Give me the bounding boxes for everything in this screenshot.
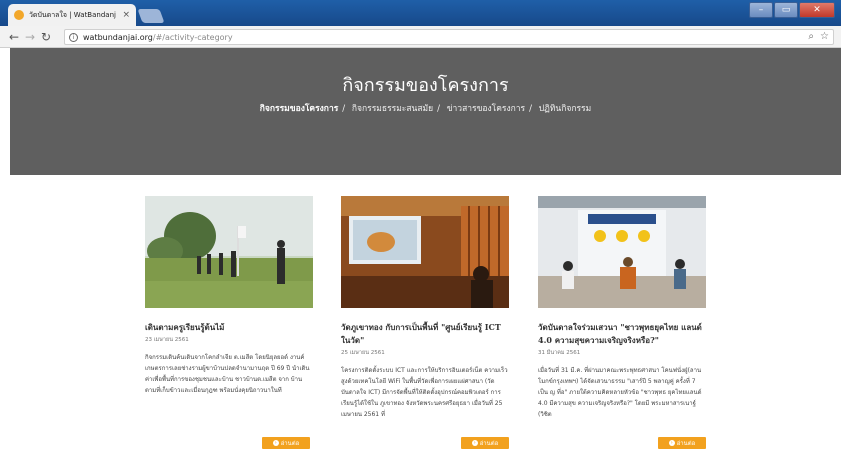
zoom-icon[interactable]: ⌕ xyxy=(808,31,814,42)
card-date: 25 เมษายน 2561 xyxy=(341,350,385,356)
forward-arrow-icon[interactable]: → xyxy=(22,30,38,44)
page-hero: กิจกรรมของโครงการ กิจกรรมของโครงการ / กิจ… xyxy=(10,48,841,175)
breadcrumb-item-news[interactable]: ข่าวสารของโครงการ xyxy=(447,104,525,114)
activity-card: เดินตามครูเรียนรู้ต้นไม้ 23 เมษายน 2561 … xyxy=(145,196,313,410)
card-title[interactable]: วัดภูเขาทอง กับการเป็นพื้นที่ "ศูนย์เรีย… xyxy=(341,321,509,347)
tab-title: วัดบันดาลใจ | WatBandanj xyxy=(29,10,116,19)
window-controls: – ▭ ✕ xyxy=(749,2,835,18)
new-tab-button[interactable] xyxy=(137,9,165,23)
browser-title-bar: วัดบันดาลใจ | WatBandanj × – ▭ ✕ xyxy=(0,0,841,26)
card-title[interactable]: วัดบันดาลใจร่วมเสวนา "ชาวพุทธยุคไทย แลนด… xyxy=(538,321,706,347)
bookmark-star-icon[interactable]: ☆ xyxy=(820,31,829,42)
breadcrumb-item-dharma[interactable]: กิจกรรมธรรมะสนสมัย xyxy=(352,104,433,114)
arrow-circle-icon: › xyxy=(471,440,478,446)
browser-toolbar: ← → ↻ i watbundanjai.org /#/activity-cat… xyxy=(0,26,841,48)
card-image-field-walk[interactable] xyxy=(145,196,313,308)
read-more-button[interactable]: › อ่านต่อ xyxy=(658,437,706,449)
breadcrumb-item-calendar[interactable]: ปฏิทินกิจกรรม xyxy=(539,104,592,114)
card-excerpt: กิจกรรมเดินค้นเดินจากโคกลำเจีย ต.เมสีต โ… xyxy=(145,354,310,394)
card-title[interactable]: เดินตามครูเรียนรู้ต้นไม้ xyxy=(145,321,313,334)
card-excerpt: เมื่อวันที่ 31 มี.ค. ที่ผ่านมาคณะพระพุทธ… xyxy=(538,367,702,418)
arrow-circle-icon: › xyxy=(668,440,675,446)
activity-card: วัดบันดาลใจร่วมเสวนา "ชาวพุทธยุคไทย แลนด… xyxy=(538,196,706,423)
close-window-button[interactable]: ✕ xyxy=(799,2,835,18)
activity-card: วัดภูเขาทอง กับการเป็นพื้นที่ "ศูนย์เรีย… xyxy=(341,196,509,423)
card-image-seminar-stage[interactable] xyxy=(538,196,706,308)
arrow-circle-icon: › xyxy=(272,440,279,446)
read-more-button[interactable]: › อ่านต่อ xyxy=(461,437,509,449)
tab-close-icon[interactable]: × xyxy=(122,10,130,20)
reload-icon[interactable]: ↻ xyxy=(38,30,54,44)
breadcrumb: กิจกรรมของโครงการ / กิจกรรมธรรมะสนสมัย / ข… xyxy=(259,104,592,114)
card-date: 23 เมษายน 2561 xyxy=(145,337,189,343)
card-image-ict-room[interactable] xyxy=(341,196,509,308)
info-icon[interactable]: i xyxy=(69,32,78,42)
maximize-button[interactable]: ▭ xyxy=(774,2,798,18)
favicon-icon xyxy=(14,10,24,20)
page-title: กิจกรรมของโครงการ xyxy=(342,75,509,96)
browser-tab[interactable]: วัดบันดาลใจ | WatBandanj × xyxy=(8,4,136,26)
url-path: /#/activity-category xyxy=(152,32,233,42)
breadcrumb-item-activities[interactable]: กิจกรรมของโครงการ xyxy=(260,104,339,114)
address-bar[interactable]: i watbundanjai.org /#/activity-category … xyxy=(64,29,834,45)
back-arrow-icon[interactable]: ← xyxy=(6,30,22,44)
minimize-button[interactable]: – xyxy=(749,2,773,18)
card-excerpt: โครงการติดตั้งระบบ ICT และการให้บริการอิ… xyxy=(341,367,508,418)
read-more-button[interactable]: › อ่านต่อ xyxy=(262,437,310,449)
card-date: 31 มีนาคม 2561 xyxy=(538,350,581,356)
url-host: watbundanjai.org xyxy=(83,32,153,42)
